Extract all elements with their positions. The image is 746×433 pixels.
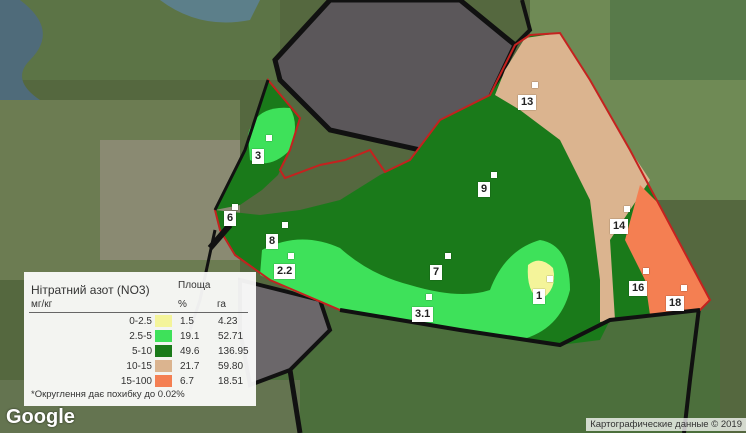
legend-percent: 6.7: [180, 376, 194, 387]
sample-point-marker: [681, 285, 687, 291]
legend-row: 2.5-5 19.1 52.71: [24, 329, 256, 344]
sample-point-3[interactable]: 3: [252, 149, 265, 164]
sample-point-2-2[interactable]: 2.2: [274, 264, 296, 279]
legend-row: 5-10 49.6 136.95: [24, 344, 256, 359]
sample-point-6[interactable]: 6: [224, 211, 237, 226]
legend-range: 0-2.5: [129, 316, 152, 327]
legend-hectare-header: га: [217, 299, 226, 310]
sample-point-1[interactable]: 1: [533, 289, 546, 304]
sample-point-marker: [232, 204, 238, 210]
legend-hectares: 4.23: [218, 316, 238, 327]
legend-row: 10-15 21.7 59.80: [24, 359, 256, 374]
legend-unit: мг/кг: [31, 299, 53, 310]
legend-percent: 21.7: [180, 361, 200, 372]
legend-range: 15-100: [120, 376, 152, 387]
legend-swatch: [155, 330, 172, 342]
sample-point-13[interactable]: 13: [518, 95, 537, 110]
sample-point-9[interactable]: 9: [478, 182, 491, 197]
sample-point-marker: [282, 222, 288, 228]
legend-row: 0-2.5 1.5 4.23: [24, 314, 256, 329]
legend-hectares: 52.71: [218, 331, 244, 342]
legend-row: 15-100 6.7 18.51: [24, 374, 256, 389]
sample-point-8[interactable]: 8: [266, 234, 279, 249]
legend-swatch: [155, 345, 172, 357]
legend-percent: 1.5: [180, 316, 194, 327]
legend-range: 10-15: [126, 361, 152, 372]
legend-footnote: *Округлення дає похибку до 0.02%: [31, 389, 185, 400]
legend-panel: Нітратний азот (NO3) Площа мг/кг % га 0-…: [24, 272, 256, 406]
legend-swatch: [155, 375, 172, 387]
map-attribution[interactable]: Картографические данные © 2019: [586, 418, 746, 431]
legend-swatch: [155, 360, 172, 372]
sample-point-marker: [288, 253, 294, 259]
sample-point-3-1[interactable]: 3.1: [412, 307, 434, 322]
sample-point-7[interactable]: 7: [430, 265, 443, 280]
sample-point-marker: [547, 276, 553, 282]
legend-percent: 19.1: [180, 331, 200, 342]
google-logo[interactable]: Google: [6, 406, 75, 429]
sample-point-18[interactable]: 18: [666, 296, 685, 311]
legend-hectares: 18.51: [218, 376, 244, 387]
legend-percent-header: %: [178, 299, 187, 310]
legend-range: 5-10: [131, 346, 152, 357]
legend-area-header: Площа: [178, 280, 211, 291]
sample-point-marker: [491, 172, 497, 178]
sample-point-marker: [532, 82, 538, 88]
sample-point-marker: [266, 135, 272, 141]
legend-percent: 49.6: [180, 346, 200, 357]
sample-point-marker: [445, 253, 451, 259]
legend-title: Нітратний азот (NO3): [31, 283, 150, 297]
legend-hectares: 59.80: [218, 361, 244, 372]
legend-swatch: [155, 315, 172, 327]
sample-point-marker: [426, 294, 432, 300]
sample-point-marker: [643, 268, 649, 274]
legend-range: 2.5-5: [129, 331, 152, 342]
sample-point-marker: [624, 206, 630, 212]
legend-hectares: 136.95: [218, 346, 249, 357]
sample-point-14[interactable]: 14: [610, 219, 629, 234]
sample-point-16[interactable]: 16: [629, 281, 648, 296]
map-view[interactable]: 13 3 9 6 8 14 2.2 7 1 16 18 3.1 Нітратни…: [0, 0, 746, 433]
legend-divider: [29, 312, 248, 313]
